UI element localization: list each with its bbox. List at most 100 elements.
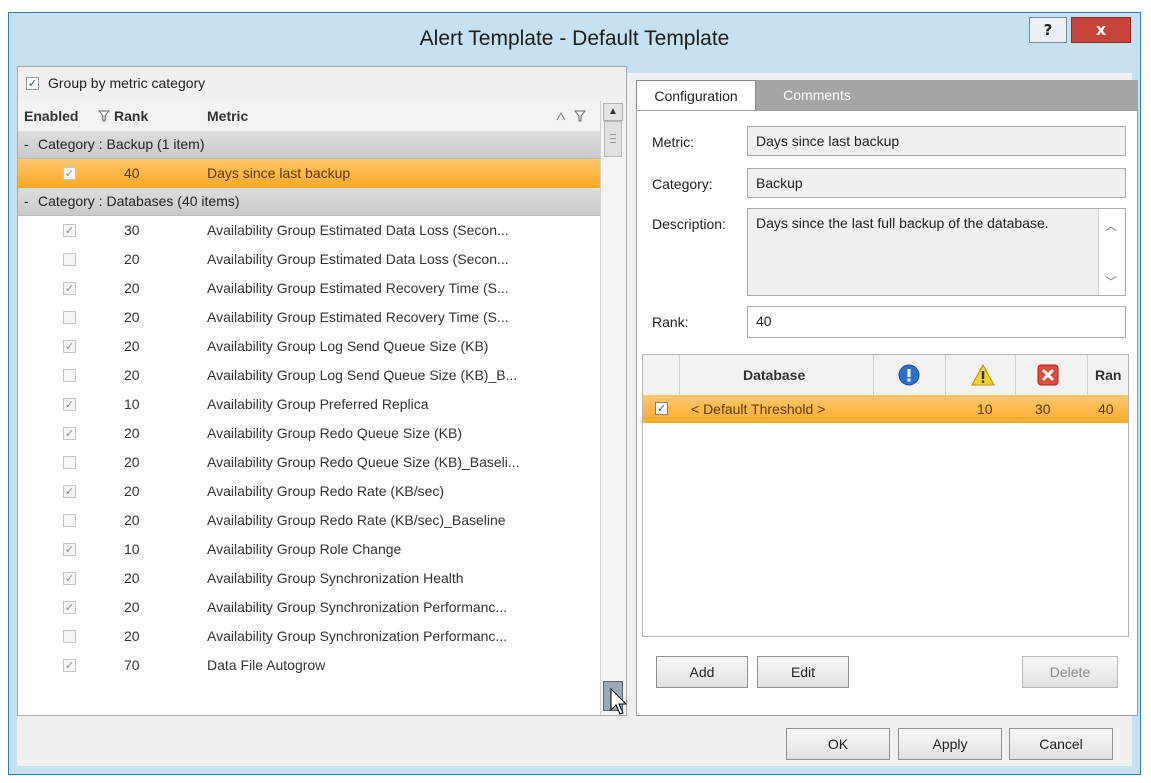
background-strip — [0, 0, 1151, 8]
row-enabled-checkbox[interactable]: ✓ — [63, 543, 76, 556]
sort-icon[interactable] — [556, 111, 566, 121]
table-row[interactable]: ✓ 20 Availability Group Redo Rate (KB/sec) — [18, 477, 600, 506]
category-row-backup[interactable]: - Category : Backup (1 item) — [18, 131, 600, 159]
scroll-up-button[interactable]: ▲ — [603, 103, 623, 121]
row-enabled-checkbox[interactable]: ✓ — [63, 282, 76, 295]
table-row[interactable]: 20 Availability Group Redo Queue Size (KB… — [18, 448, 600, 477]
collapse-toggle[interactable]: - — [24, 193, 29, 209]
table-row[interactable]: ✓ 70 Data File Autogrow — [18, 651, 600, 680]
category-label: Category: — [652, 176, 713, 192]
row-metric: Availability Group Preferred Replica — [207, 396, 429, 412]
vertical-scrollbar[interactable]: ▲ ▼ — [600, 101, 626, 715]
group-by-checkbox[interactable]: ✓ — [26, 77, 39, 90]
table-row-selected[interactable]: ✓ 40 Days since last backup — [18, 159, 600, 188]
column-database[interactable]: Database — [743, 367, 805, 383]
row-rank: 10 — [124, 541, 140, 557]
row-metric: Availability Group Synchronization Perfo… — [207, 599, 508, 615]
row-rank: 20 — [124, 628, 140, 644]
row-enabled-checkbox[interactable] — [63, 630, 76, 643]
row-enabled-checkbox[interactable]: ✓ — [63, 659, 76, 672]
table-row[interactable]: ✓ 20 Availability Group Log Send Queue Siz… — [18, 332, 600, 361]
edit-button[interactable]: Edit — [757, 656, 849, 688]
table-row[interactable]: 20 Availability Group Redo Rate (KB/sec)_… — [18, 506, 600, 535]
table-row[interactable]: ✓ 20 Availability Group Estimated Recovery… — [18, 274, 600, 303]
threshold-grid-header: Database Ran — [643, 355, 1128, 396]
row-enabled-checkbox[interactable]: ✓ — [63, 224, 76, 237]
table-row[interactable]: ✓ 20 Availability Group Redo Queue Size (K… — [18, 419, 600, 448]
row-rank: 10 — [124, 396, 140, 412]
metric-field[interactable]: Days since last backup — [747, 126, 1126, 156]
description-field[interactable]: Days since the last full backup of the d… — [747, 208, 1126, 296]
table-row[interactable]: 20 Availability Group Estimated Data Loss… — [18, 245, 600, 274]
filter-icon[interactable] — [574, 110, 586, 122]
column-metric[interactable]: Metric — [207, 108, 248, 124]
delete-button[interactable]: Delete — [1022, 656, 1118, 688]
table-row[interactable]: ✓ 10 Availability Group Preferred Replica — [18, 390, 600, 419]
table-row[interactable]: ✓ 20 Availability Group Synchronization He… — [18, 564, 600, 593]
add-button[interactable]: Add — [656, 656, 748, 688]
row-enabled-checkbox[interactable]: ✓ — [63, 167, 76, 180]
category-field[interactable]: Backup — [747, 168, 1126, 198]
row-enabled-checkbox[interactable]: ✓ — [63, 572, 76, 585]
threshold-critical-value: 30 — [1035, 401, 1051, 417]
mouse-cursor-icon — [610, 688, 628, 715]
row-metric: Availability Group Estimated Recovery Ti… — [207, 309, 509, 325]
row-metric: Availability Group Redo Queue Size (KB)_… — [207, 454, 520, 470]
category-row-databases[interactable]: - Category : Databases (40 items) — [18, 188, 600, 216]
collapse-toggle[interactable]: - — [24, 136, 29, 152]
row-rank: 20 — [124, 454, 140, 470]
row-enabled-checkbox[interactable]: ✓ — [63, 601, 76, 614]
threshold-grid: Database Ran ✓ < Default Threshold > 10 … — [642, 354, 1129, 637]
cancel-button[interactable]: Cancel — [1009, 728, 1113, 760]
row-rank: 20 — [124, 599, 140, 615]
rank-field[interactable]: 40 — [747, 306, 1126, 338]
row-enabled-checkbox[interactable] — [63, 311, 76, 324]
row-rank: 20 — [124, 512, 140, 528]
threshold-enabled-checkbox[interactable]: ✓ — [655, 402, 668, 415]
row-enabled-checkbox[interactable]: ✓ — [63, 427, 76, 440]
table-row[interactable]: ✓ 30 Availability Group Estimated Data Los… — [18, 216, 600, 245]
column-enabled[interactable]: Enabled — [24, 108, 78, 124]
threshold-row[interactable]: ✓ < Default Threshold > 10 30 40 — [643, 395, 1128, 423]
tab-comments[interactable]: Comments — [762, 80, 872, 110]
table-row[interactable]: 20 Availability Group Log Send Queue Size… — [18, 361, 600, 390]
help-button[interactable]: ? — [1029, 17, 1067, 43]
row-metric: Availability Group Estimated Data Loss (… — [207, 222, 509, 238]
row-enabled-checkbox[interactable] — [63, 369, 76, 382]
description-scrollbar[interactable]: ︿ ﹀ — [1098, 209, 1125, 295]
row-enabled-checkbox[interactable]: ✓ — [63, 340, 76, 353]
title-bar: Alert Template - Default Template ? x — [9, 13, 1140, 65]
chevron-up-icon[interactable]: ︿ — [1105, 217, 1117, 234]
table-row[interactable]: ✓ 10 Availability Group Role Change — [18, 535, 600, 564]
column-rank[interactable]: Rank — [114, 108, 148, 124]
row-rank: 20 — [124, 251, 140, 267]
scroll-thumb[interactable] — [604, 121, 622, 157]
row-metric: Availability Group Estimated Recovery Ti… — [207, 280, 509, 296]
row-rank: 20 — [124, 570, 140, 586]
table-row[interactable]: 20 Availability Group Estimated Recovery … — [18, 303, 600, 332]
row-metric: Availability Group Role Change — [207, 541, 402, 557]
table-row[interactable]: 20 Availability Group Synchronization Per… — [18, 622, 600, 651]
apply-button[interactable]: Apply — [898, 728, 1002, 760]
row-enabled-checkbox[interactable] — [63, 253, 76, 266]
row-metric: Availability Group Log Send Queue Size (… — [207, 367, 518, 383]
row-enabled-checkbox[interactable]: ✓ — [63, 485, 76, 498]
filter-icon[interactable] — [98, 110, 110, 122]
row-metric: Days since last backup — [207, 165, 351, 181]
info-icon — [898, 364, 920, 386]
row-enabled-checkbox[interactable] — [63, 456, 76, 469]
row-rank: 20 — [124, 425, 140, 441]
tab-configuration[interactable]: Configuration — [636, 80, 756, 110]
group-by-label: Group by metric category — [48, 75, 206, 91]
table-row[interactable]: ✓ 20 Availability Group Synchronization Pe… — [18, 593, 600, 622]
category-label: Category : Backup (1 item) — [38, 136, 205, 152]
group-by-bar: ✓ Group by metric category — [18, 67, 626, 101]
rank-label: Rank: — [652, 314, 689, 330]
close-button[interactable]: x — [1071, 17, 1131, 43]
row-enabled-checkbox[interactable]: ✓ — [63, 398, 76, 411]
column-rank[interactable]: Ran — [1095, 367, 1121, 383]
description-text: Days since the last full backup of the d… — [756, 215, 1049, 231]
row-enabled-checkbox[interactable] — [63, 514, 76, 527]
ok-button[interactable]: OK — [786, 728, 890, 760]
chevron-down-icon[interactable]: ﹀ — [1105, 273, 1117, 290]
